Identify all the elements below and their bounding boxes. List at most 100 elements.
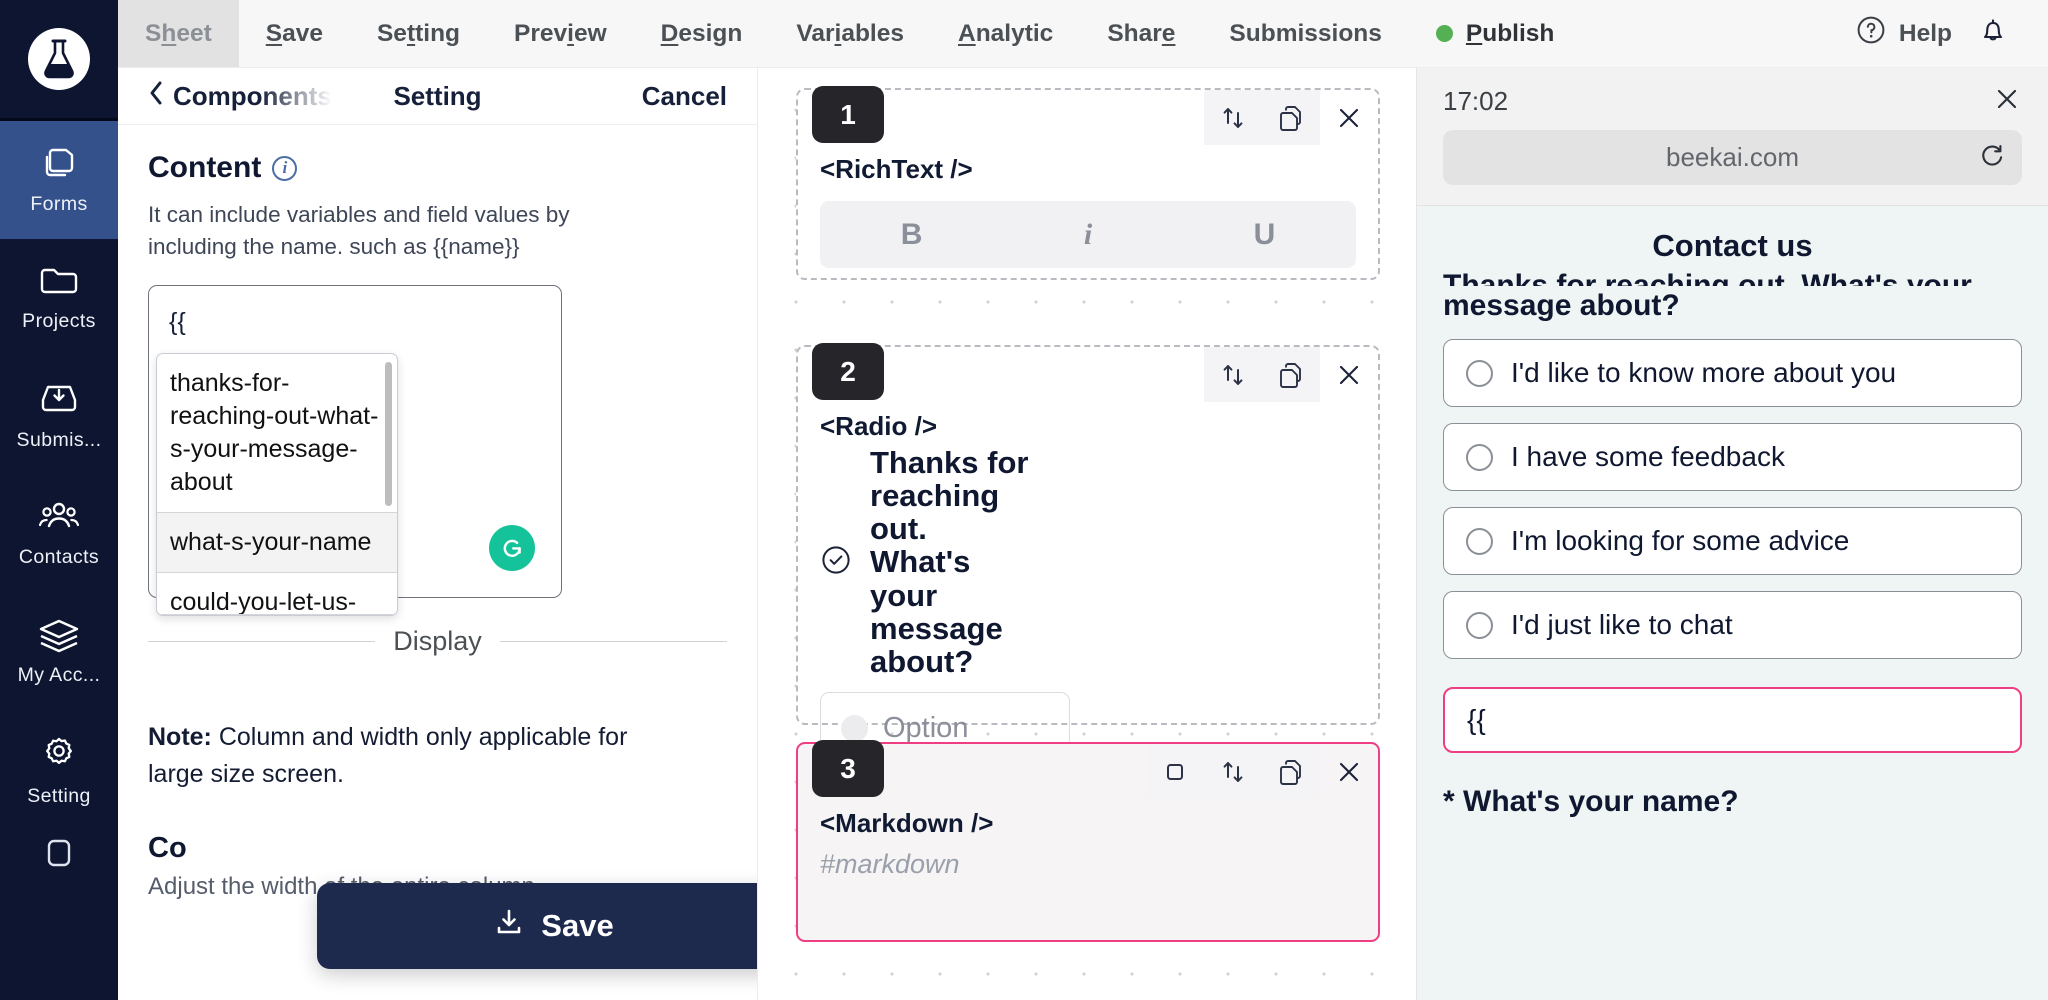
reload-icon[interactable]: [1978, 140, 2006, 175]
top-navigation: Sh eet Save Se t ting Prev i ew Design Var i ab…: [118, 0, 2048, 68]
sidebar-item-submissions[interactable]: Submis...: [0, 357, 118, 475]
sidebar-item-label: Forms: [30, 193, 88, 215]
publish-button[interactable]: Publish: [1409, 0, 1581, 67]
panel-title: Setting: [393, 80, 482, 111]
preview-question-line1: Thanks for reaching out. What's your: [1443, 269, 1972, 286]
sidebar-item-label: My Acc...: [17, 664, 101, 686]
sidebar: Forms Projects Submis... Contacts My Acc: [0, 0, 118, 1000]
move-updown-icon[interactable]: [1204, 744, 1262, 799]
delete-icon[interactable]: [1320, 90, 1378, 145]
variable-suggestion-dropdown[interactable]: thanks-for-reaching-out-what-s-your-mess…: [156, 352, 398, 616]
content-textarea-wrapper: {{ thanks-for-reaching-out-what-s-your-m…: [148, 284, 727, 616]
sidebar-item-forms[interactable]: Forms: [0, 121, 118, 239]
canvas-block-radio[interactable]: 2 <Radio /> Thanks for reaching out. Wha…: [796, 343, 1380, 765]
radio-circle-icon: [1466, 443, 1493, 471]
preview-form-body: Thanks for reaching out. What's your mes…: [1417, 266, 2048, 819]
bell-icon[interactable]: [1972, 15, 2014, 52]
radio-circle-icon: [841, 714, 868, 742]
nav-submissions[interactable]: Submissions: [1202, 0, 1408, 67]
preview-input-value: {{: [1467, 704, 1486, 735]
settings-panel-body: Content i It can include variables and f…: [118, 125, 757, 901]
radio-question-title: Thanks for reaching out. What's your mes…: [870, 445, 1029, 679]
delete-icon[interactable]: [1320, 347, 1378, 402]
preview-option-label: I'd just like to chat: [1511, 609, 1733, 640]
nav-share[interactable]: Shar e: [1080, 0, 1202, 67]
canvas-block-markdown[interactable]: 3 <Markdown /> #markdown: [796, 740, 1380, 942]
suggestion-item[interactable]: thanks-for-reaching-out-what-s-your-mess…: [157, 354, 397, 513]
save-button[interactable]: Save: [317, 883, 757, 969]
save-button-label: Save: [541, 908, 614, 943]
flask-logo-icon: [28, 28, 90, 90]
back-label: Components: [173, 80, 332, 111]
display-note-text: Column and width only applicable for lar…: [148, 722, 628, 789]
italic-button[interactable]: i: [1084, 218, 1092, 252]
delete-icon[interactable]: [1320, 744, 1378, 799]
duplicate-icon[interactable]: [1262, 347, 1320, 402]
block-toolbar: [1204, 90, 1378, 145]
sidebar-item-projects[interactable]: Projects: [0, 239, 118, 357]
nav-save[interactable]: Save: [239, 0, 350, 67]
app-logo[interactable]: [0, 0, 118, 118]
column-width-title: Co: [148, 831, 187, 864]
display-note: Note: Column and width only applicable f…: [148, 719, 668, 794]
content-heading-label: Content: [148, 151, 262, 184]
sidebar-item-partial[interactable]: [37, 837, 81, 872]
gear-icon: [38, 732, 80, 774]
nav-preview[interactable]: Prev i ew: [487, 0, 634, 67]
preview-radio-option[interactable]: I have some feedback: [1443, 423, 2022, 491]
preview-radio-option[interactable]: I'd like to know more about you: [1443, 339, 2022, 407]
preview-radio-option[interactable]: I'd just like to chat: [1443, 591, 2022, 659]
nav-sheet[interactable]: Sh eet: [118, 0, 239, 67]
preview-next-question-label: * What's your name?: [1443, 785, 1739, 818]
underline-button[interactable]: U: [1254, 218, 1276, 252]
sidebar-item-label: Projects: [22, 310, 96, 332]
suggestion-scrollbar[interactable]: [385, 361, 392, 506]
grammarly-icon[interactable]: [489, 524, 535, 571]
block-number: 3: [812, 740, 884, 797]
block-number: 1: [812, 86, 884, 143]
people-icon: [37, 499, 81, 535]
nav-design[interactable]: Design: [634, 0, 770, 67]
display-divider-label: Display: [393, 625, 482, 656]
preview-option-label: I'm looking for some advice: [1511, 525, 1850, 556]
radio-preview-row: Thanks for reaching out. What's your mes…: [798, 442, 1378, 678]
move-updown-icon[interactable]: [1204, 347, 1262, 402]
close-icon[interactable]: [1992, 84, 2022, 119]
preview-radio-option[interactable]: I'm looking for some advice: [1443, 507, 2022, 575]
cancel-button[interactable]: Cancel: [642, 81, 727, 112]
sidebar-item-setting[interactable]: Setting: [0, 711, 118, 829]
suggestion-item[interactable]: what-s-your-name: [157, 512, 397, 573]
settings-panel: Components Setting Cancel Content i It c…: [118, 68, 758, 1000]
preview-url-text: beekai.com: [1666, 142, 1799, 172]
nav-right-group: Help: [1856, 0, 2048, 67]
nav-setting[interactable]: Se t ting: [350, 0, 487, 67]
preview-url-bar[interactable]: beekai.com: [1443, 130, 2022, 185]
sidebar-item-label: Submis...: [16, 429, 102, 451]
content-section-heading: Content i: [148, 151, 727, 185]
settings-panel-header: Components Setting Cancel: [118, 68, 757, 125]
info-icon[interactable]: i: [272, 155, 298, 181]
sidebar-item-contacts[interactable]: Contacts: [0, 475, 118, 593]
help-label: Help: [1898, 19, 1952, 47]
content-description: It can include variables and field value…: [148, 202, 570, 259]
preview-question-line2: message about?: [1443, 289, 1680, 322]
back-to-components-button[interactable]: Components: [148, 80, 332, 113]
duplicate-icon[interactable]: [1262, 744, 1320, 799]
move-updown-icon[interactable]: [1204, 90, 1262, 145]
sidebar-item-my-account[interactable]: My Acc...: [0, 593, 118, 711]
preview-text-input[interactable]: {{: [1443, 687, 2022, 753]
radio-option-label: Option: [883, 711, 969, 744]
nav-variables[interactable]: Var i ables: [769, 0, 931, 67]
duplicate-icon[interactable]: [1262, 90, 1320, 145]
nav-analytic[interactable]: Analytic: [931, 0, 1080, 67]
help-button[interactable]: Help: [1856, 15, 1952, 52]
preview-option-label: I have some feedback: [1511, 441, 1785, 472]
suggestion-item[interactable]: could-you-let-us-: [157, 573, 397, 615]
canvas-block-richtext[interactable]: 1 <RichText /> B i U: [796, 86, 1380, 280]
bold-button[interactable]: B: [901, 218, 923, 252]
sidebar-item-label: Setting: [27, 785, 91, 807]
square-icon[interactable]: [1146, 744, 1204, 799]
forms-icon: [38, 144, 80, 182]
form-canvas: 1 <RichText /> B i U 2 <Radio /> Thanks …: [758, 68, 1416, 1000]
